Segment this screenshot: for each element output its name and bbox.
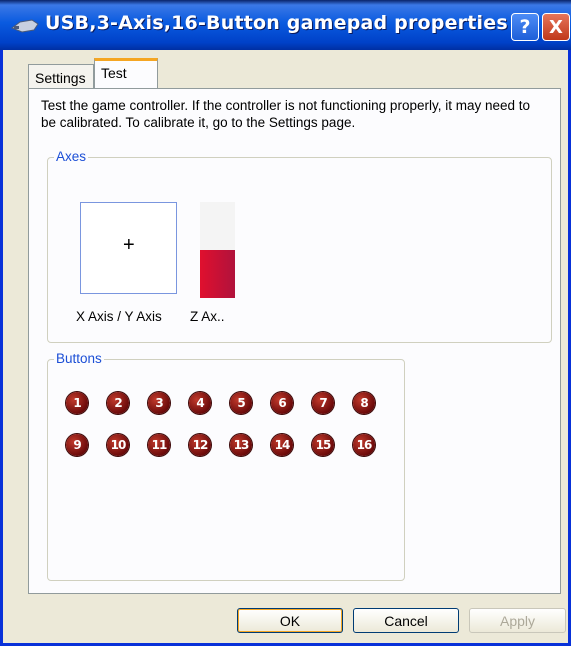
test-panel: Test the game controller. If the control… — [28, 88, 561, 594]
button-indicator-12: 12 — [189, 434, 211, 456]
help-button[interactable]: ? — [511, 13, 539, 41]
button-indicator-14: 14 — [271, 434, 293, 456]
tab-settings[interactable]: Settings — [28, 64, 94, 89]
close-button[interactable]: X — [542, 13, 570, 41]
tab-test[interactable]: Test — [94, 58, 158, 89]
gamepad-icon — [10, 19, 39, 33]
z-axis-bar — [200, 202, 235, 298]
button-indicator-13: 13 — [230, 434, 252, 456]
button-indicator-8: 8 — [353, 392, 375, 414]
z-axis-label: Z Ax.. — [190, 309, 225, 324]
test-description: Test the game controller. If the control… — [41, 98, 531, 130]
button-indicator-7: 7 — [312, 392, 334, 414]
ok-button[interactable]: OK — [237, 608, 343, 633]
button-indicator-2: 2 — [107, 392, 129, 414]
apply-button[interactable]: Apply — [469, 608, 566, 633]
cancel-button[interactable]: Cancel — [353, 608, 459, 633]
title-bar[interactable]: USB,3-Axis,16-Button gamepad properties … — [0, 0, 571, 50]
button-indicator-10: 10 — [107, 434, 129, 456]
buttons-group: Buttons 1 2 3 4 5 6 7 8 9 10 11 12 13 14 15 16 — [47, 351, 405, 581]
button-indicator-3: 3 — [148, 392, 170, 414]
button-indicator-4: 4 — [189, 392, 211, 414]
button-indicator-6: 6 — [271, 392, 293, 414]
xy-axis-label: X Axis / Y Axis — [76, 309, 162, 324]
button-indicator-16: 16 — [353, 434, 375, 456]
buttons-legend: Buttons — [54, 351, 104, 366]
button-indicator-11: 11 — [148, 434, 170, 456]
properties-dialog: USB,3-Axis,16-Button gamepad properties … — [0, 0, 571, 646]
button-indicator-5: 5 — [230, 392, 252, 414]
button-indicator-1: 1 — [66, 392, 88, 414]
z-axis-level — [200, 250, 235, 298]
button-indicator-9: 9 — [66, 434, 88, 456]
button-indicator-15: 15 — [312, 434, 334, 456]
window-title: USB,3-Axis,16-Button gamepad properties — [45, 12, 508, 34]
axes-group: Axes + X Axis / Y Axis Z Ax.. — [47, 149, 552, 343]
crosshair-icon: + — [123, 234, 135, 256]
axes-legend: Axes — [54, 149, 89, 164]
xy-axis-display: + — [80, 202, 177, 294]
